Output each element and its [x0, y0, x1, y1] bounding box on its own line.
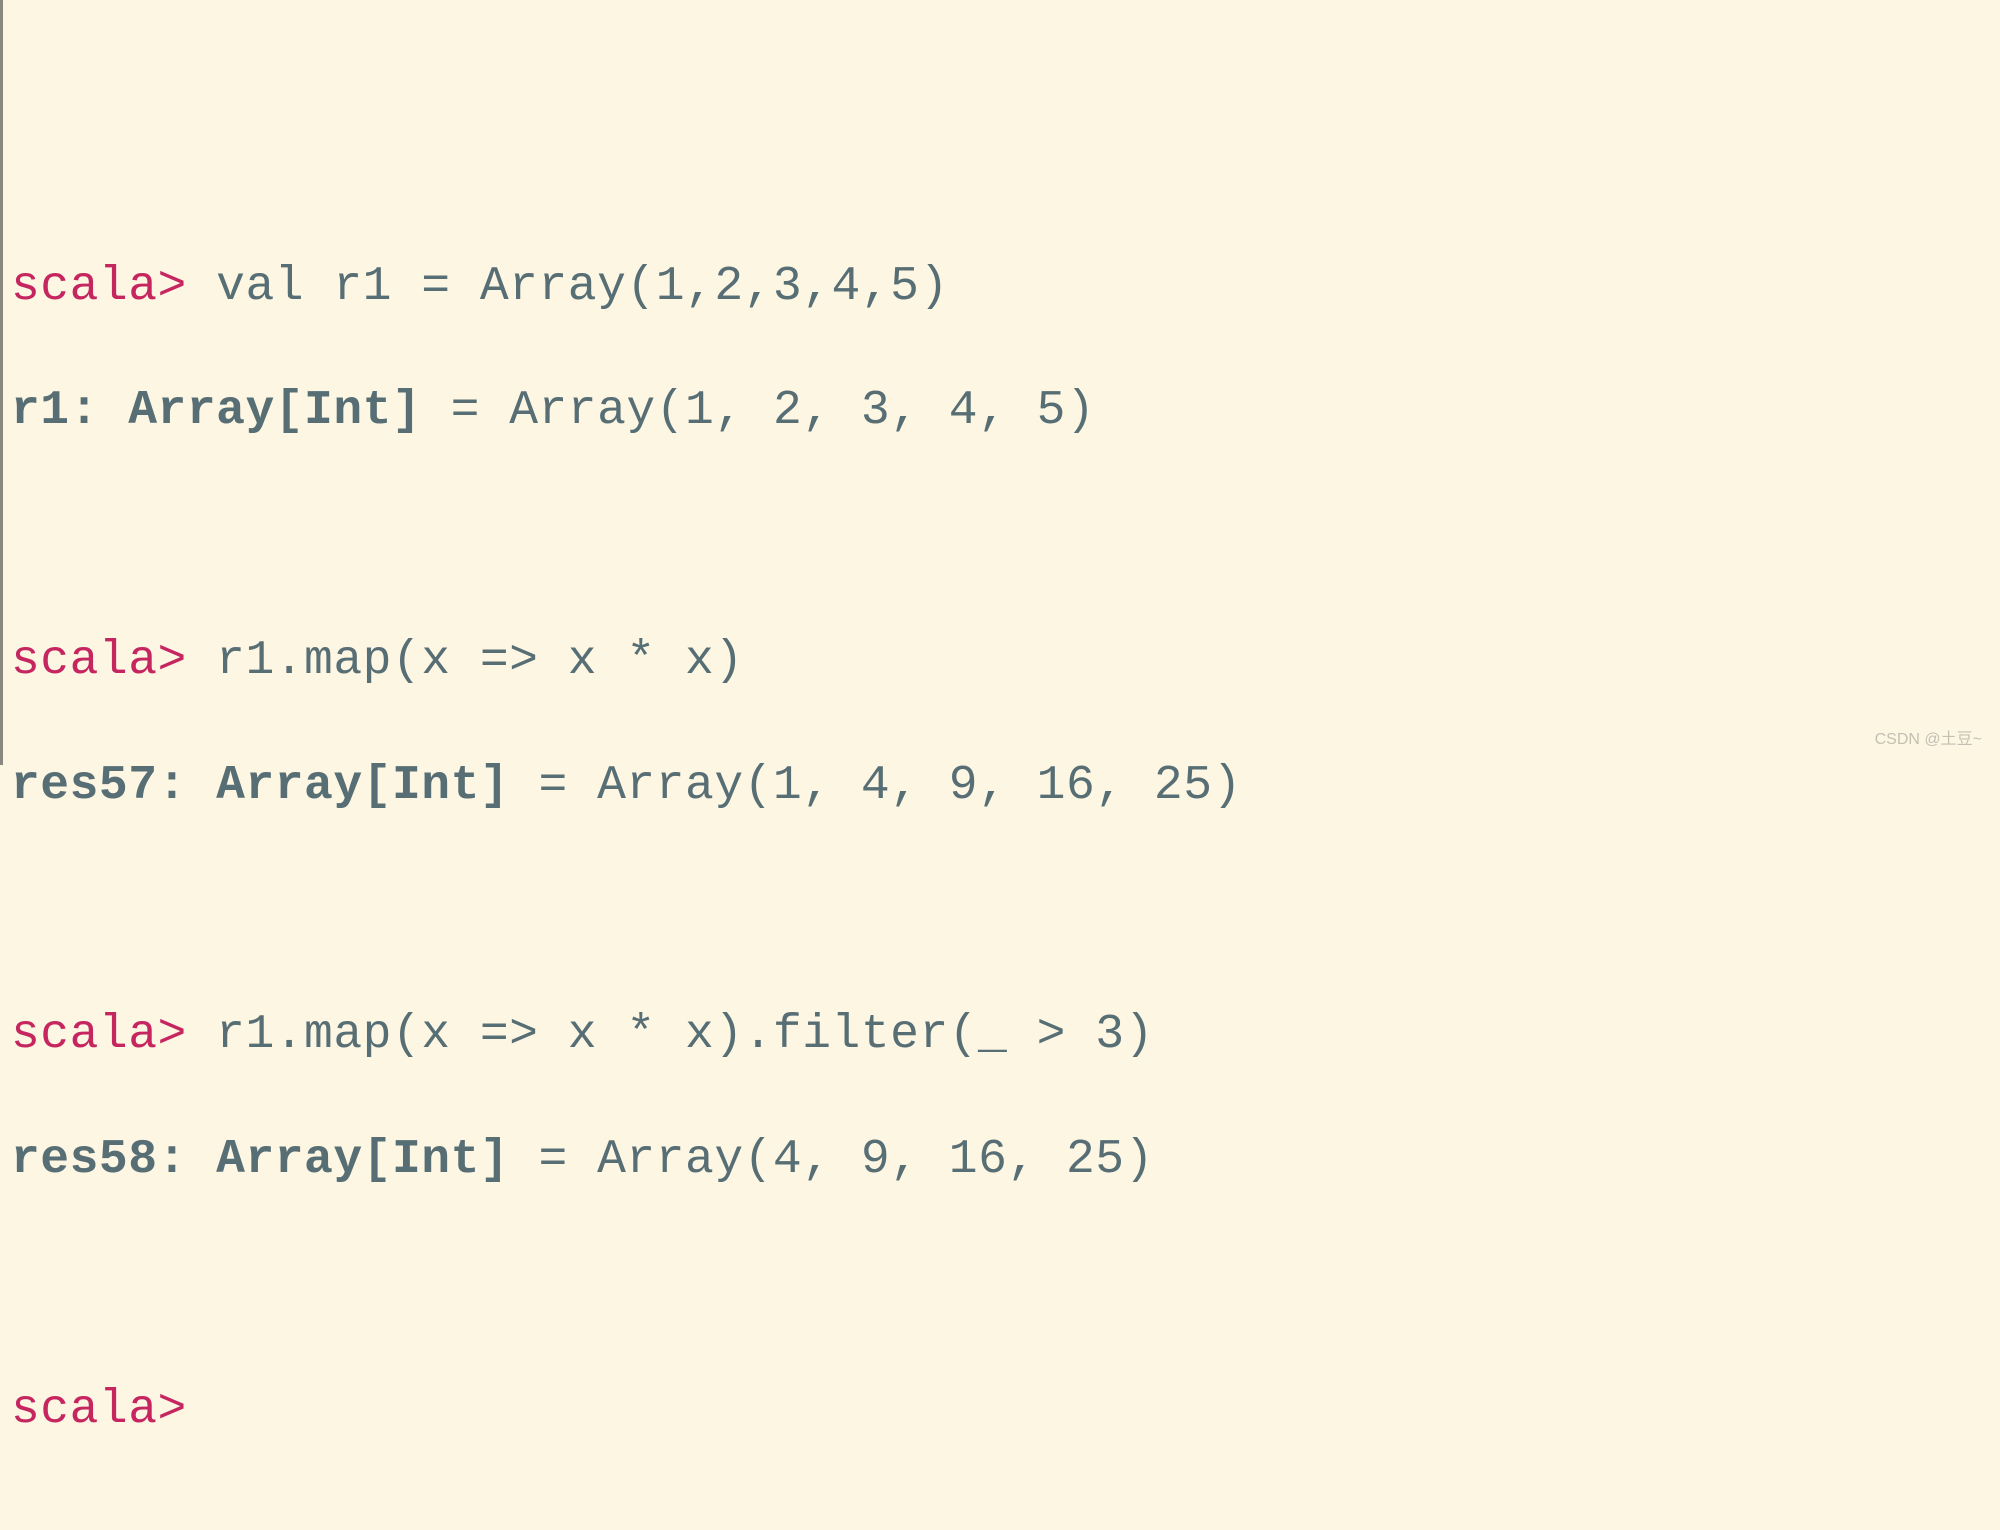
repl-line-final: scala>	[11, 1379, 2000, 1441]
result-value: = Array(1, 4, 9, 16, 25)	[509, 759, 1242, 813]
prompt: scala>	[11, 1008, 187, 1062]
result-label: res57:	[11, 759, 187, 813]
result-label: res58:	[11, 1133, 187, 1187]
result-value: = Array(1, 2, 3, 4, 5)	[421, 384, 1095, 438]
repl-output-2: res57: Array[Int] = Array(1, 4, 9, 16, 2…	[11, 755, 2000, 817]
prompt: scala>	[11, 1383, 187, 1437]
result-type: Array[Int]	[99, 384, 421, 438]
repl-line-2: scala> r1.map(x => x * x)	[11, 630, 2000, 692]
repl-input: val r1 = Array(1,2,3,4,5)	[187, 260, 949, 314]
repl-output-3: res58: Array[Int] = Array(4, 9, 16, 25)	[11, 1129, 2000, 1191]
repl-line-3: scala> r1.map(x => x * x).filter(_ > 3)	[11, 1004, 2000, 1066]
repl-input: r1.map(x => x * x)	[187, 634, 744, 688]
prompt: scala>	[11, 634, 187, 688]
repl-output-1: r1: Array[Int] = Array(1, 2, 3, 4, 5)	[11, 380, 2000, 442]
result-label: r1:	[11, 384, 99, 438]
result-type: Array[Int]	[187, 1133, 509, 1187]
prompt: scala>	[11, 260, 187, 314]
blank-line	[11, 879, 2000, 941]
repl-input: r1.map(x => x * x).filter(_ > 3)	[187, 1008, 1154, 1062]
blank-line	[11, 505, 2000, 567]
result-type: Array[Int]	[187, 759, 509, 813]
repl-line-1: scala> val r1 = Array(1,2,3,4,5)	[11, 256, 2000, 318]
watermark-text: CSDN @土豆~	[1875, 730, 1982, 751]
result-value: = Array(4, 9, 16, 25)	[509, 1133, 1154, 1187]
blank-line	[11, 1254, 2000, 1316]
